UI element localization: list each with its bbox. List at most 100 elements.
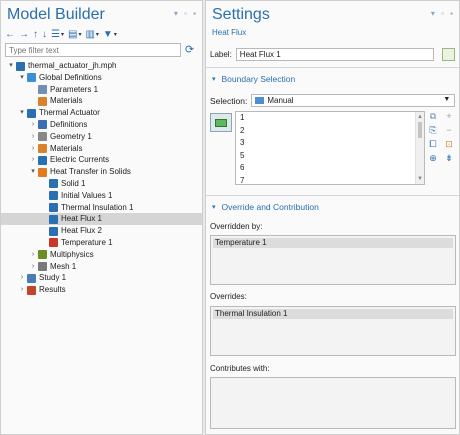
chevron-down-icon[interactable]: ▾ [18, 107, 26, 119]
tree-item[interactable]: Thermal Insulation 1 [1, 202, 202, 214]
tree-item-label: Initial Values 1 [61, 190, 113, 200]
materials-icon [38, 96, 47, 106]
tree-item[interactable]: ▾ Heat Transfer in Solids [1, 166, 202, 178]
initial-values-icon [49, 191, 58, 201]
tree-item[interactable]: › Geometry 1 [1, 131, 202, 143]
thermal-insulation-icon [49, 203, 58, 213]
move-down-icon[interactable]: ↓ [42, 29, 47, 40]
tree-item[interactable]: › Definitions [1, 119, 202, 131]
label-field[interactable] [235, 48, 434, 61]
scroll-up-icon[interactable]: ▲ [417, 114, 423, 120]
tree-item-label: Heat Flux 1 [61, 214, 102, 224]
edit-label-icon[interactable] [442, 48, 455, 61]
tree-item[interactable]: Heat Flux 1 [1, 213, 202, 226]
tree-item-label: Multiphysics [50, 249, 94, 259]
activate-selection-button[interactable] [210, 113, 232, 132]
selection-value: Manual [267, 96, 294, 105]
add-icon[interactable]: + [443, 111, 455, 122]
tree-item[interactable]: Heat Flux 2 [1, 225, 202, 237]
overridden-by-list[interactable]: Temperature 1 [210, 235, 456, 285]
chevron-right-icon[interactable]: › [29, 154, 37, 166]
clear-selection-icon[interactable]: ⧠ [427, 139, 439, 150]
tree-item-label: Thermal Actuator [39, 108, 100, 118]
create-selection-icon[interactable]: ⊕ [427, 153, 439, 164]
tree-item-label: Electric Currents [50, 155, 110, 165]
pin-icon[interactable]: ▼ ▾ [103, 29, 117, 40]
expand-all-icon[interactable]: ⇟ [443, 153, 455, 164]
tree-item[interactable]: ▾ Global Definitions [1, 72, 202, 84]
tree-item-label: Heat Flux 2 [61, 226, 102, 236]
tree-item[interactable]: Temperature 1 [1, 237, 202, 249]
temperature-icon [49, 238, 58, 248]
move-up-icon[interactable]: ↑ [33, 29, 38, 40]
chevron-right-icon[interactable]: › [29, 261, 37, 273]
expand-icon[interactable]: ▤ ▾ [68, 29, 81, 40]
scroll-down-icon[interactable]: ▼ [417, 176, 423, 182]
tree-item[interactable]: › Results [1, 284, 202, 296]
tree-item[interactable]: Parameters 1 [1, 84, 202, 96]
tree-item[interactable]: › Materials [1, 143, 202, 155]
forward-arrow-icon[interactable]: → [19, 29, 29, 40]
list-item[interactable]: 5 [236, 150, 424, 163]
chevron-down-icon[interactable]: ▾ [29, 166, 37, 178]
study-icon [27, 273, 36, 283]
tree-item[interactable]: › Mesh 1 [1, 261, 202, 273]
tree-item[interactable]: › Multiphysics [1, 249, 202, 261]
overrides-list[interactable]: Thermal Insulation 1 [210, 306, 456, 356]
chevron-down-icon[interactable]: ▾ [7, 60, 15, 72]
list-item[interactable]: 3 [236, 137, 424, 150]
settings-title: Settings [212, 6, 270, 23]
zoom-to-selection-icon[interactable]: ⊡ [443, 139, 455, 150]
contributes-with-list[interactable] [210, 377, 456, 429]
model-builder-title: Model Builder [7, 6, 105, 23]
boundary-list[interactable]: ▲ ▼ 123567 [235, 111, 425, 185]
tree-item[interactable]: Materials [1, 95, 202, 107]
settings-subtitle: Heat Flux [212, 28, 247, 37]
override-contribution-header[interactable]: ▾ Override and Contribution [206, 200, 459, 213]
tree-item-label: Geometry 1 [50, 131, 92, 141]
tree-filter-input[interactable] [5, 43, 181, 57]
list-item[interactable]: 2 [236, 125, 424, 138]
geometry-selection-icon [215, 119, 227, 127]
chevron-down-icon[interactable]: ▾ [18, 72, 26, 84]
panel-window-controls[interactable]: ▾ ▫ ▪ [174, 9, 198, 18]
collapse-icon[interactable]: ▥ ▾ [85, 29, 98, 40]
list-item[interactable]: 6 [236, 162, 424, 175]
tree-item-label: Heat Transfer in Solids [50, 167, 131, 177]
list-item[interactable]: Temperature 1 [213, 238, 453, 248]
tree-item[interactable]: Solid 1 [1, 178, 202, 190]
chevron-right-icon[interactable]: › [29, 249, 37, 261]
tree-item-label: Temperature 1 [61, 237, 113, 247]
chevron-right-icon[interactable]: › [29, 131, 37, 143]
show-more-icon[interactable]: ☰ ▾ [51, 29, 64, 40]
list-scrollbar[interactable]: ▲ ▼ [415, 112, 424, 184]
tree-item[interactable]: Initial Values 1 [1, 190, 202, 202]
tree-item-label: thermal_actuator_jh.mph [28, 61, 117, 70]
chevron-right-icon[interactable]: › [29, 119, 37, 131]
definitions-icon [38, 120, 47, 130]
chevron-right-icon[interactable]: › [18, 272, 26, 284]
panel-window-controls[interactable]: ▾ ▫ ▪ [431, 9, 455, 18]
list-item[interactable]: Thermal Insulation 1 [213, 309, 453, 319]
copy-selection-icon[interactable]: ⎘ [427, 125, 439, 136]
chevron-right-icon[interactable]: › [29, 143, 37, 155]
tree-item[interactable]: ▾ thermal_actuator_jh.mph [1, 60, 202, 72]
paste-selection-icon[interactable]: ⧉ [427, 111, 439, 122]
boundary-selection-header[interactable]: ▾ Boundary Selection [206, 72, 459, 85]
chevron-down-icon: ▼ [443, 96, 451, 103]
tree-item-label: Global Definitions [39, 72, 102, 82]
tree-item[interactable]: › Electric Currents [1, 154, 202, 166]
refresh-icon[interactable]: ⟳ [185, 43, 194, 56]
tree-item-label: Study 1 [39, 273, 67, 283]
divider [206, 195, 459, 196]
selection-dropdown[interactable]: Manual ▼ [251, 94, 456, 107]
list-item[interactable]: 7 [236, 175, 424, 185]
tree-item[interactable]: ▾ Thermal Actuator [1, 107, 202, 119]
scroll-thumb[interactable] [418, 122, 422, 138]
chevron-right-icon[interactable]: › [18, 284, 26, 296]
list-item[interactable]: 1 [236, 112, 424, 125]
back-arrow-icon[interactable]: ← [5, 29, 15, 40]
tree-item[interactable]: › Study 1 [1, 272, 202, 284]
tree-item-label: Solid 1 [61, 178, 86, 188]
remove-icon[interactable]: − [443, 125, 455, 136]
